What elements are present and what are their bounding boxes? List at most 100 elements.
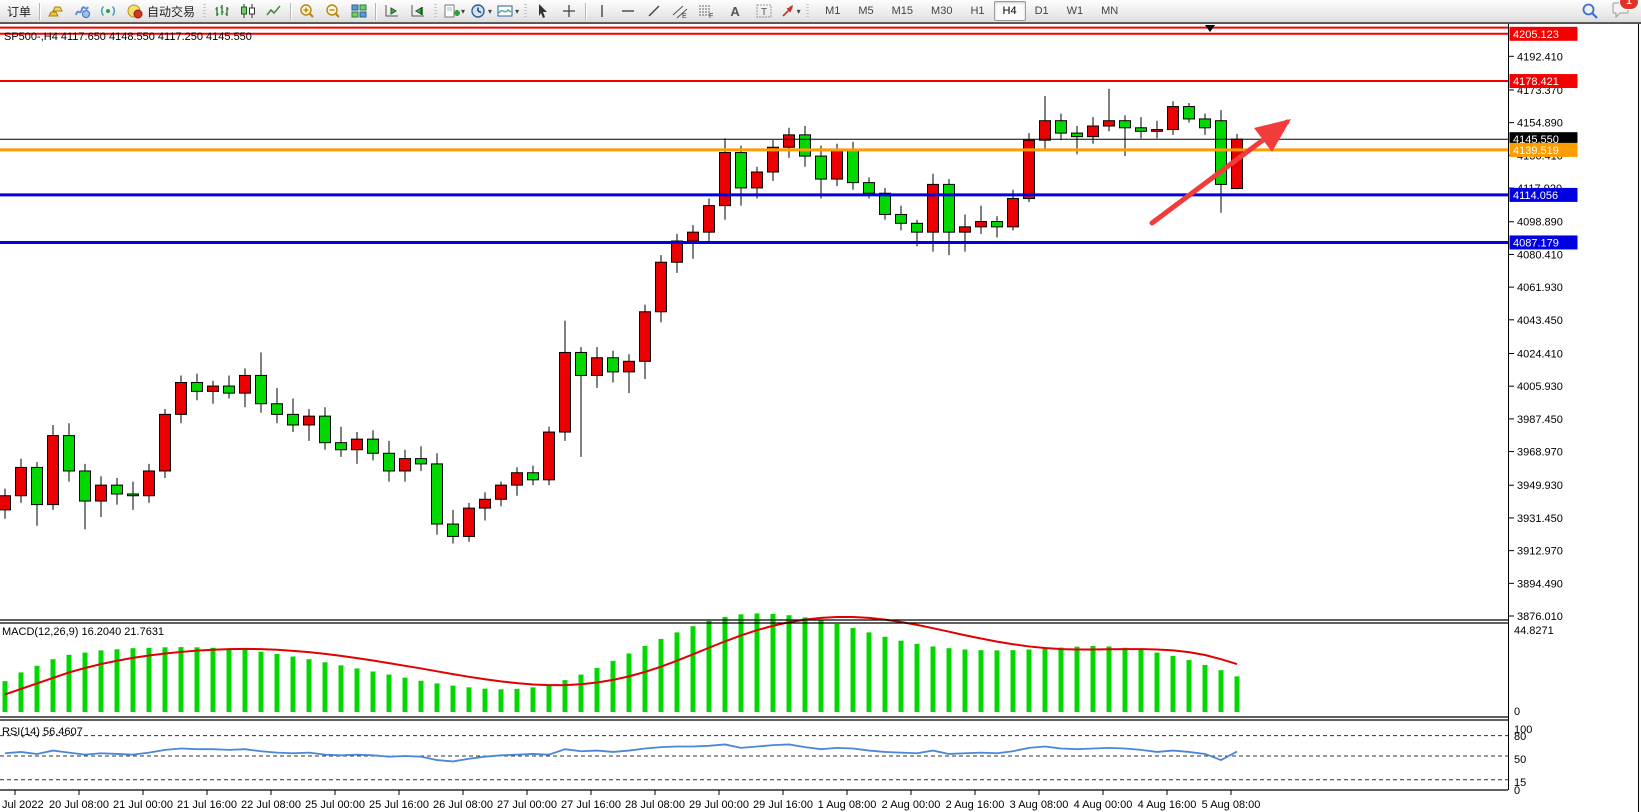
macd-label: MACD(12,26,9) 16.2040 21.7631	[2, 626, 164, 638]
macd-histogram-bar	[243, 650, 248, 712]
macd-histogram-bar	[1027, 650, 1032, 712]
time-tick-label: 2 Aug 16:00	[946, 799, 1005, 811]
candle-up	[480, 499, 491, 508]
price-tick-label: 4080.410	[1517, 249, 1563, 261]
crosshair-icon[interactable]	[556, 0, 582, 22]
drag-handle	[434, 4, 437, 19]
separator	[375, 3, 376, 20]
time-tick-label: 26 Jul 08:00	[433, 799, 493, 811]
indicators-button[interactable]: ▾	[494, 0, 521, 22]
candle-down	[368, 439, 379, 453]
timeframe-mn[interactable]: MN	[1092, 1, 1127, 21]
macd-histogram-bar	[275, 654, 280, 712]
macd-histogram-bar	[1091, 646, 1096, 712]
textlabel-glyph: T	[761, 7, 767, 18]
notifications-button[interactable]: 1	[1611, 0, 1631, 23]
macd-histogram-bar	[691, 626, 696, 712]
time-tick-label: 21 Jul 00:00	[113, 799, 173, 811]
timeframe-d1[interactable]: D1	[1026, 1, 1058, 21]
price-tick-label: 4192.410	[1517, 51, 1563, 63]
separator	[290, 3, 291, 20]
new-template-button[interactable]: ▾	[440, 0, 467, 22]
candle-down	[816, 156, 827, 179]
separator	[585, 3, 586, 20]
candle-down	[128, 494, 139, 496]
vertical-line-tool-icon[interactable]	[589, 0, 615, 22]
macd-histogram-bar	[403, 678, 408, 712]
macd-histogram-bar	[643, 646, 648, 712]
autotrade-button[interactable]: 自动交易	[121, 0, 200, 22]
timeframe-toolbar: M1M5M15M30H1H4D1W1MN	[816, 1, 1127, 21]
macd-histogram-bar	[867, 632, 872, 712]
price-tag-label: 4205.123	[1513, 29, 1559, 41]
time-tick-label: 25 Jul 00:00	[305, 799, 365, 811]
price-tag-label: 4087.179	[1513, 237, 1559, 249]
macd-histogram-bar	[371, 672, 376, 712]
chart-window-icon[interactable]	[69, 0, 95, 22]
macd-histogram-bar	[1219, 670, 1224, 712]
candle-up	[720, 153, 731, 206]
text-tool-icon[interactable]: A	[719, 0, 751, 22]
price-tick-label: 3949.930	[1517, 480, 1563, 492]
macd-histogram-bar	[467, 687, 472, 712]
gold-icon[interactable]	[43, 0, 69, 22]
signal-icon[interactable]	[95, 0, 121, 22]
time-tick-label: Jul 2022	[2, 799, 44, 811]
price-tick-label: 4154.890	[1517, 118, 1563, 130]
candle-down	[1200, 119, 1211, 128]
candlestick-chart-icon[interactable]	[235, 0, 261, 22]
chevron-down-icon[interactable]: ▾	[461, 7, 465, 16]
tile-windows-icon[interactable]	[346, 0, 372, 22]
price-tick-label: 3912.970	[1517, 546, 1563, 558]
candle-up	[832, 149, 843, 179]
chevron-down-icon[interactable]: ▾	[515, 7, 519, 16]
fibonacci-tool-icon[interactable]: F	[693, 0, 719, 22]
chart-shift-icon[interactable]	[379, 0, 405, 22]
zoom-out-icon[interactable]	[320, 0, 346, 22]
macd-histogram-bar	[547, 685, 552, 713]
chevron-down-icon[interactable]: ▾	[488, 7, 492, 16]
candle-down	[1136, 128, 1147, 132]
search-icon[interactable]	[1577, 0, 1603, 22]
timeframe-h1[interactable]: H1	[961, 1, 993, 21]
chart-canvas[interactable]: SP500-,H4 4117.650 4148.550 4117.250 414…	[0, 23, 1641, 812]
rsi-scale-label: 80	[1514, 731, 1526, 743]
autotrade-label: 自动交易	[147, 3, 195, 20]
macd-histogram-bar	[419, 681, 424, 712]
timeframe-w1[interactable]: W1	[1058, 1, 1093, 21]
cursor-icon[interactable]	[530, 0, 556, 22]
time-tick-label: 27 Jul 16:00	[561, 799, 621, 811]
main-toolbar: 订单 自动交易	[0, 0, 1641, 23]
new-order-button[interactable]: 订单	[2, 0, 36, 22]
candle-down	[32, 467, 43, 504]
macd-histogram-bar	[787, 615, 792, 712]
bar-chart-icon[interactable]	[209, 0, 235, 22]
macd-histogram-bar	[451, 686, 456, 712]
timeframe-m5[interactable]: M5	[849, 1, 882, 21]
chevron-down-icon[interactable]: ▾	[797, 7, 801, 16]
macd-histogram-bar	[595, 668, 600, 712]
zoom-in-icon[interactable]	[294, 0, 320, 22]
candle-up	[976, 222, 987, 227]
line-chart-icon[interactable]	[261, 0, 287, 22]
macd-histogram-bar	[851, 628, 856, 712]
chart-autoscroll-icon[interactable]	[405, 0, 431, 22]
periods-button[interactable]: ▾	[467, 0, 494, 22]
candle-down	[336, 443, 347, 450]
timeframe-h4[interactable]: H4	[994, 1, 1026, 21]
macd-histogram-bar	[67, 655, 72, 712]
candle-down	[432, 464, 443, 524]
price-tick-label: 4024.410	[1517, 348, 1563, 360]
trendline-tool-icon[interactable]	[641, 0, 667, 22]
candle-down	[320, 416, 331, 443]
timeframe-m30[interactable]: M30	[922, 1, 961, 21]
timeframe-m15[interactable]: M15	[883, 1, 922, 21]
text-label-tool-icon[interactable]: T	[751, 0, 777, 22]
candle-up	[400, 459, 411, 471]
arrows-tool-button[interactable]: ▾	[777, 0, 803, 22]
timeframe-m1[interactable]: M1	[816, 1, 849, 21]
horizontal-line-tool-icon[interactable]	[615, 0, 641, 22]
candle-up	[16, 467, 27, 495]
price-tick-label: 4061.930	[1517, 282, 1563, 294]
equidistant-channel-tool-icon[interactable]: E	[667, 0, 693, 22]
